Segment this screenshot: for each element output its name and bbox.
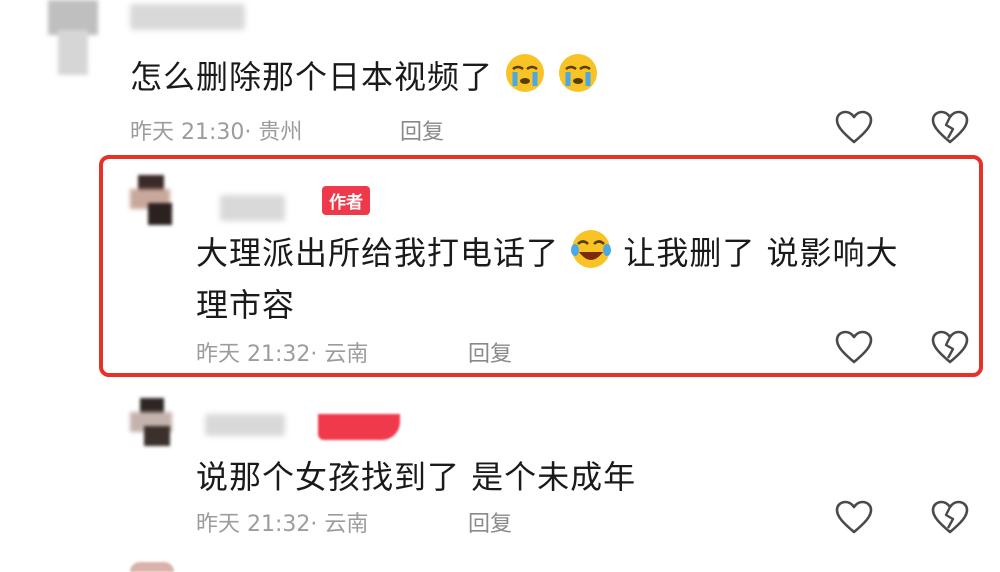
avatar[interactable]	[130, 175, 176, 225]
username-blurred[interactable]	[220, 195, 285, 221]
comment-text: 大理派出所给我打电话了 让我删了 说影响大	[196, 228, 899, 274]
broken-heart-icon[interactable]	[930, 498, 970, 538]
comment-meta: 昨天 21:30· 贵州	[130, 114, 302, 146]
comment-text-line2: 理市容	[196, 286, 296, 324]
timestamp: 昨天 21:30	[130, 120, 245, 145]
crying-emoji	[506, 54, 545, 92]
broken-heart-icon[interactable]	[930, 108, 970, 148]
avatar[interactable]	[48, 0, 98, 80]
heart-outline-icon[interactable]	[834, 498, 874, 538]
comment-meta: 昨天 21:32· 云南	[196, 336, 368, 368]
location: · 贵州	[244, 120, 303, 145]
author-badge: 作者	[322, 186, 370, 215]
reply-button[interactable]: 回复	[400, 114, 444, 146]
laughing-tears-emoji	[571, 230, 612, 268]
red-smear	[318, 414, 400, 440]
username-blurred[interactable]	[130, 4, 245, 30]
location: · 云南	[310, 512, 369, 537]
reply-button[interactable]: 回复	[468, 336, 512, 368]
heart-outline-icon[interactable]	[834, 328, 874, 368]
comment-text: 怎么删除那个日本视频了	[130, 52, 599, 98]
timestamp: 昨天 21:32	[196, 512, 311, 537]
location: · 云南	[310, 342, 369, 367]
reply-button[interactable]: 回复	[468, 506, 512, 538]
comment-meta: 昨天 21:32· 云南	[196, 506, 368, 538]
avatar[interactable]	[130, 398, 176, 446]
comment-text: 说那个女孩找到了 是个未成年	[196, 458, 637, 496]
crying-emoji	[559, 54, 598, 92]
username-blurred[interactable]	[205, 414, 285, 436]
heart-outline-icon[interactable]	[834, 108, 874, 148]
avatar-partial[interactable]	[130, 562, 174, 572]
broken-heart-icon[interactable]	[930, 328, 970, 368]
timestamp: 昨天 21:32	[196, 342, 311, 367]
